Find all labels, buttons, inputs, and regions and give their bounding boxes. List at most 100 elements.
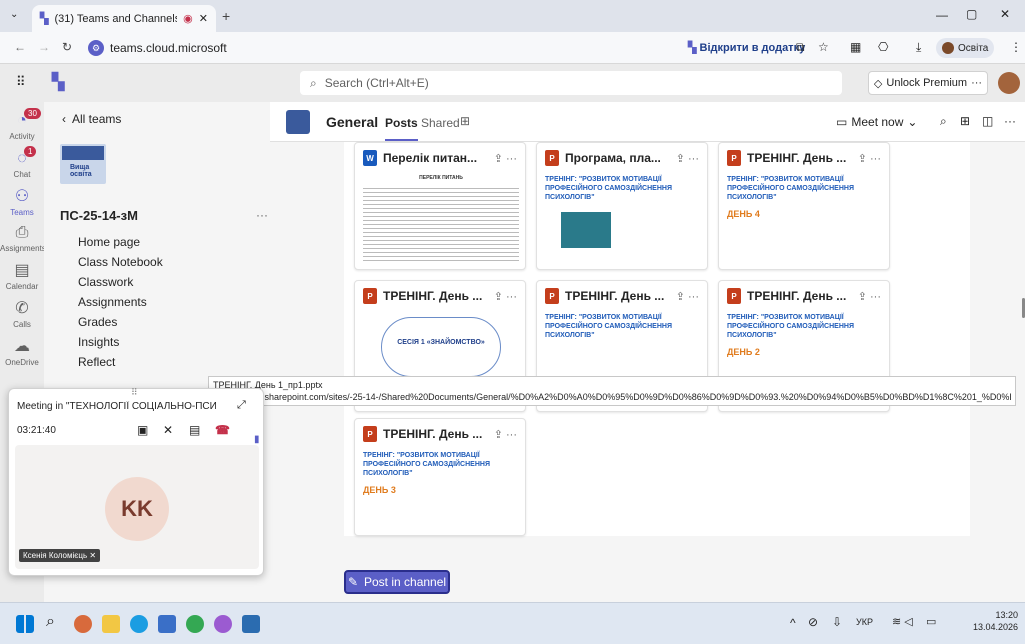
file-card[interactable]: W Перелік питан... ⇪ ··· ПЕРЕЛІК ПИТАНЬ <box>354 142 526 270</box>
channel-home-page[interactable]: Home page <box>78 235 140 249</box>
share-more-icon[interactable]: ⇪ ··· <box>494 152 517 165</box>
extension-icon[interactable]: ▦ <box>850 40 861 54</box>
ppt-file-icon: P <box>363 426 377 442</box>
meeting-camera-icon[interactable]: ▮ <box>254 434 260 445</box>
preview-day: ДЕНЬ 2 <box>727 347 760 357</box>
rail-calendar[interactable]: ▤ Calendar <box>0 262 44 291</box>
hangup-icon[interactable]: ☎ <box>215 423 230 437</box>
channel-reflect[interactable]: Reflect <box>78 355 115 369</box>
meet-now-label: Meet now <box>851 115 904 129</box>
share-more-icon[interactable]: ⇪ ··· <box>676 290 699 303</box>
camera-off-icon[interactable]: ▣ <box>137 423 148 437</box>
team-more-icon[interactable]: ··· <box>256 208 268 222</box>
tab-menu-icon[interactable]: ⌄ <box>10 9 18 20</box>
tab-title: (31) Teams and Channels | <box>54 12 178 25</box>
channel-grades[interactable]: Grades <box>78 315 117 329</box>
user-avatar[interactable] <box>998 72 1020 94</box>
panel-icon[interactable]: ◫ <box>982 114 993 128</box>
paint-icon[interactable] <box>242 615 260 633</box>
battery-icon[interactable]: ▭ <box>926 615 936 628</box>
rail-assignments[interactable]: ⎙ Assignments <box>0 224 46 253</box>
grid-icon[interactable]: ⊞ <box>960 114 970 128</box>
rail-calls[interactable]: ✆ Calls <box>0 300 44 329</box>
url-field[interactable]: ⚙ teams.cloud.microsoft <box>88 36 668 60</box>
ppt-file-icon: P <box>727 150 741 166</box>
share-more-icon[interactable]: ⇪ ··· <box>494 290 517 303</box>
tray-app-icon[interactable]: ⊘ <box>808 615 818 629</box>
teams-header: ⠿ ▚ ⌕ Search (Ctrl+Alt+E) ◇ Unlock Premi… <box>0 64 1025 102</box>
mic-off-icon[interactable]: ✕ <box>163 423 173 437</box>
site-info-icon[interactable]: ⚙ <box>88 40 104 56</box>
taskbar-search-icon[interactable]: ⌕ <box>46 613 55 631</box>
drag-handle-icon[interactable]: ⠿ <box>131 387 138 398</box>
back-icon[interactable]: ← <box>14 40 26 54</box>
channel-class-notebook[interactable]: Class Notebook <box>78 255 163 269</box>
windows-start-icon[interactable] <box>16 615 34 633</box>
new-tab-icon[interactable]: + <box>222 8 230 24</box>
rail-activity[interactable]: ◔ 30 Activity <box>0 108 44 141</box>
share-more-icon[interactable]: ⇪ ··· <box>858 290 881 303</box>
file-explorer-icon[interactable] <box>102 615 120 633</box>
rail-onedrive[interactable]: ☁ OneDrive <box>0 338 44 367</box>
share-more-icon[interactable]: ⇪ ··· <box>858 152 881 165</box>
unlock-premium-button[interactable]: ◇ Unlock Premium ··· <box>868 71 988 95</box>
tray-usb-icon[interactable]: ⇩ <box>832 615 842 629</box>
channel-search-icon[interactable]: ⌕ <box>940 114 947 129</box>
channel-insights[interactable]: Insights <box>78 335 119 349</box>
file-card[interactable]: P ТРЕНІНГ. День ... ⇪ ··· ТРЕНІНГ: "РОЗВИТ… <box>718 142 890 270</box>
bookmark-star-icon[interactable]: ☆ <box>818 40 829 54</box>
rail-teams[interactable]: ⚇ Teams <box>0 188 44 217</box>
ppt-file-icon: P <box>727 288 741 304</box>
tab-shared[interactable]: Shared <box>421 116 460 130</box>
file-preview: ТРЕНІНГ: "РОЗВИТОК МОТИВАЦІЇ ПРОФЕСІЙНОГ… <box>727 313 883 357</box>
browser-tab[interactable]: ▚ (31) Teams and Channels | ◉ ✕ <box>32 5 216 32</box>
clock[interactable]: 13:20 13.04.2026 <box>966 609 1018 633</box>
clock-time: 13:20 <box>995 610 1018 620</box>
browser-menu-icon[interactable]: ⋮ <box>1010 40 1022 54</box>
chrome-profile-icon[interactable] <box>214 615 232 633</box>
close-tab-icon[interactable]: ✕ <box>199 12 208 25</box>
wifi-volume-icon[interactable]: ≋ ◁ <box>892 615 913 628</box>
tab-search-icon[interactable]: ⎔ <box>878 40 888 54</box>
post-in-channel-button[interactable]: ✎ Post in channel <box>344 570 450 594</box>
reload-icon[interactable]: ↻ <box>62 40 72 54</box>
rail-chat[interactable]: ◌ 1 Chat <box>0 146 44 179</box>
open-in-app-button[interactable]: ▚ Відкрити в додатку <box>688 41 805 54</box>
restore-icon[interactable]: ▢ <box>966 7 977 21</box>
meeting-window[interactable]: ⠿ Meeting in "ТЕХНОЛОГІЇ СОЦІАЛЬНО-ПСИХ.… <box>8 387 264 576</box>
share-more-icon[interactable]: ⇪ ··· <box>494 428 517 441</box>
meet-now-button[interactable]: ▭ Meet now ⌄ <box>836 115 917 129</box>
participant-avatar: KK <box>105 477 169 541</box>
channel-more-icon[interactable]: ··· <box>1004 114 1016 128</box>
store-icon[interactable] <box>158 615 176 633</box>
channel-assignments[interactable]: Assignments <box>78 295 147 309</box>
copilot-icon[interactable] <box>74 615 92 633</box>
search-input[interactable]: ⌕ Search (Ctrl+Alt+E) <box>300 71 842 95</box>
forward-icon[interactable]: → <box>38 40 50 54</box>
translate-icon[interactable]: ⧉ <box>796 40 805 55</box>
language-indicator[interactable]: УКР <box>856 617 873 627</box>
channel-classwork[interactable]: Classwork <box>78 275 133 289</box>
minimize-icon[interactable]: — <box>936 8 948 22</box>
add-tab-icon[interactable]: ⊞ <box>460 114 470 128</box>
edge-icon[interactable] <box>130 615 148 633</box>
meeting-title: Meeting in "ТЕХНОЛОГІЇ СОЦІАЛЬНО-ПСИХ... <box>17 401 217 412</box>
tray-chevron-icon[interactable]: ^ <box>790 616 796 630</box>
rail-label: Assignments <box>0 244 46 253</box>
all-teams-link[interactable]: ‹ All teams <box>62 112 121 126</box>
address-bar-row: ← → ↻ ⚙ teams.cloud.microsoft ▚ Відкрити… <box>0 32 1025 64</box>
chrome-icon[interactable] <box>186 615 204 633</box>
expand-icon[interactable]: ⤢ <box>237 399 246 412</box>
app-launcher-icon[interactable]: ⠿ <box>16 74 26 90</box>
more-icon: ··· <box>971 77 983 89</box>
close-window-icon[interactable]: ✕ <box>1000 7 1010 21</box>
chat-icon: ◌ <box>17 150 27 167</box>
file-card[interactable]: P ТРЕНІНГ. День ... ⇪ ··· ТРЕНІНГ: "РОЗВИТ… <box>354 418 526 536</box>
recording-icon: ◉ <box>183 13 193 25</box>
tab-posts[interactable]: Posts <box>385 116 418 141</box>
share-screen-icon[interactable]: ▤ <box>189 423 200 437</box>
file-card[interactable]: P Програма, пла... ⇪ ··· ТРЕНІНГ: "РОЗВИТО… <box>536 142 708 270</box>
share-more-icon[interactable]: ⇪ ··· <box>676 152 699 165</box>
download-icon[interactable]: ⤓ <box>916 40 921 55</box>
profile-chip[interactable]: Освіта <box>936 38 995 58</box>
